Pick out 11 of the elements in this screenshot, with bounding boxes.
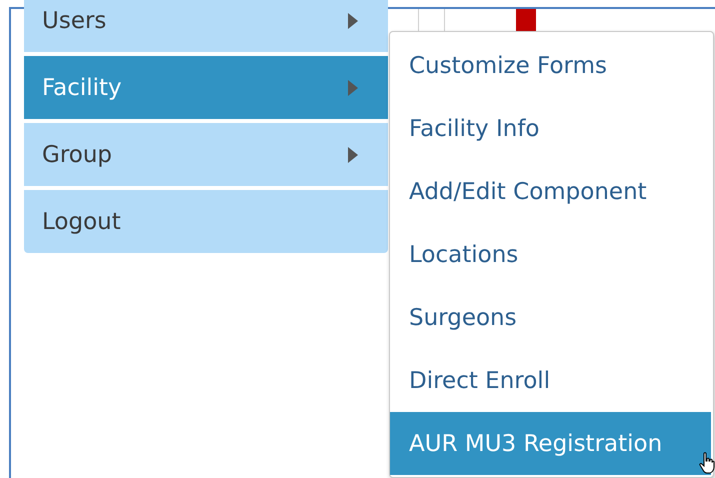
submenu-item[interactable]: AUR MU3 Registration xyxy=(390,412,711,475)
submenu-item[interactable]: Locations xyxy=(390,223,713,286)
menu-item[interactable]: Group xyxy=(24,123,388,186)
menu-item[interactable]: Facility xyxy=(24,56,388,119)
submenu-item[interactable]: Facility Info xyxy=(390,97,713,160)
submenu-item[interactable]: Add/Edit Component xyxy=(390,160,713,223)
submenu-item[interactable]: Customize Forms xyxy=(390,34,713,97)
submenu-item[interactable]: Direct Enroll xyxy=(390,349,713,412)
submenu-item[interactable]: Surgeons xyxy=(390,286,713,349)
menu-item[interactable]: Users xyxy=(24,0,388,52)
menu-item[interactable]: Logout xyxy=(24,190,388,253)
